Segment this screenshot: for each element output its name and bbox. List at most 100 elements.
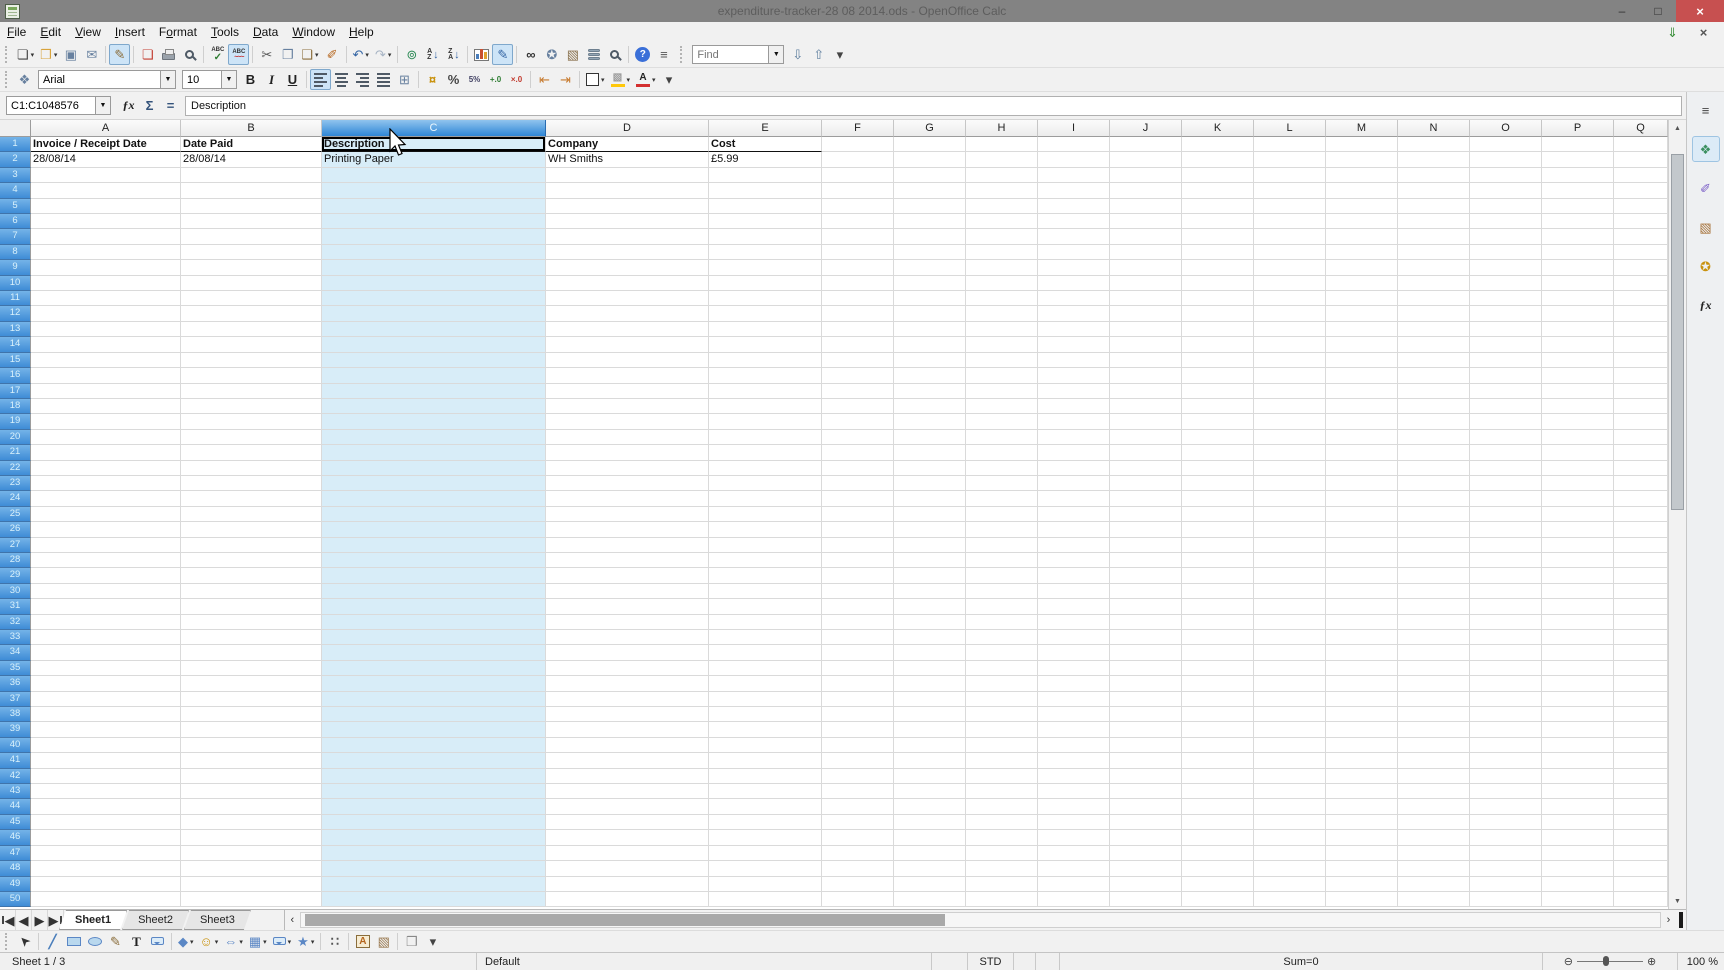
points-button[interactable]: ∷ (324, 931, 345, 952)
cell-F19[interactable] (822, 414, 894, 430)
cell-I12[interactable] (1038, 306, 1110, 322)
zoom-out-icon[interactable]: ⊖ (1564, 955, 1573, 968)
cell-C31[interactable] (322, 599, 546, 615)
cell-O36[interactable] (1470, 676, 1542, 692)
block-arrows-button[interactable]: ⇔ ▾ (221, 931, 246, 952)
symbol-shapes-button[interactable]: ☺ ▾ (197, 931, 222, 952)
toolbar-grip[interactable] (5, 46, 10, 63)
cell-D37[interactable] (546, 691, 709, 708)
dropdown-arrow-icon[interactable]: ▾ (652, 76, 656, 84)
cell-N9[interactable] (1398, 260, 1470, 276)
cell-F38[interactable] (822, 707, 894, 723)
help-button[interactable]: ? (632, 44, 653, 65)
cell-O40[interactable] (1470, 737, 1542, 754)
cell-B8[interactable] (181, 244, 322, 261)
row-header-15[interactable]: 15 (0, 352, 31, 369)
cell-P48[interactable] (1542, 861, 1614, 877)
cell-K9[interactable] (1182, 260, 1254, 276)
column-header-H[interactable]: H (966, 120, 1038, 137)
cell-F24[interactable] (822, 491, 894, 507)
cell-F45[interactable] (822, 814, 894, 831)
cell-K22[interactable] (1182, 460, 1254, 476)
dropdown-arrow-icon[interactable]: ▾ (54, 51, 58, 59)
cell-O23[interactable] (1470, 475, 1542, 492)
cell-C39[interactable] (322, 722, 546, 738)
cell-P3[interactable] (1542, 167, 1614, 184)
column-header-G[interactable]: G (894, 120, 966, 137)
cell-K18[interactable] (1182, 398, 1254, 415)
toolbar-overflow-button[interactable]: ▾ (829, 44, 850, 65)
cell-P4[interactable] (1542, 183, 1614, 199)
cell-P45[interactable] (1542, 814, 1614, 831)
cell-I45[interactable] (1038, 814, 1110, 831)
scroll-down-icon[interactable]: ▼ (1669, 893, 1686, 909)
cell-D31[interactable] (546, 599, 709, 615)
toolbar-grip[interactable] (5, 933, 10, 950)
cell-G46[interactable] (894, 830, 966, 846)
cell-L27[interactable] (1254, 537, 1326, 553)
row-header-49[interactable]: 49 (0, 876, 31, 892)
cell-M39[interactable] (1326, 722, 1398, 738)
cell-I11[interactable] (1038, 291, 1110, 307)
cell-E8[interactable] (709, 244, 822, 261)
cell-Q26[interactable] (1614, 522, 1668, 538)
cell-I48[interactable] (1038, 861, 1110, 877)
cell-D47[interactable] (546, 845, 709, 862)
cell-C32[interactable] (322, 614, 546, 630)
cell-O24[interactable] (1470, 491, 1542, 507)
cell-K21[interactable] (1182, 445, 1254, 461)
cell-J50[interactable] (1110, 891, 1182, 908)
cell-C13[interactable] (322, 321, 546, 338)
cell-E26[interactable] (709, 522, 822, 538)
cell-Q34[interactable] (1614, 645, 1668, 661)
cell-Q47[interactable] (1614, 845, 1668, 862)
cell-H16[interactable] (966, 368, 1038, 384)
cell-L14[interactable] (1254, 337, 1326, 353)
cell-N39[interactable] (1398, 722, 1470, 738)
cell-A32[interactable] (31, 614, 181, 630)
cell-C29[interactable] (322, 568, 546, 584)
cell-F7[interactable] (822, 229, 894, 245)
cell-Q49[interactable] (1614, 876, 1668, 892)
cell-J46[interactable] (1110, 830, 1182, 846)
cell-E31[interactable] (709, 599, 822, 615)
cell-E42[interactable] (709, 768, 822, 785)
cell-A3[interactable] (31, 167, 181, 184)
cell-M27[interactable] (1326, 537, 1398, 553)
cell-P29[interactable] (1542, 568, 1614, 584)
cell-L24[interactable] (1254, 491, 1326, 507)
cell-Q1[interactable] (1614, 137, 1668, 153)
cell-G44[interactable] (894, 799, 966, 815)
cell-I42[interactable] (1038, 768, 1110, 785)
cell-L41[interactable] (1254, 753, 1326, 769)
cell-D22[interactable] (546, 460, 709, 476)
cell-A6[interactable] (31, 214, 181, 230)
cell-J9[interactable] (1110, 260, 1182, 276)
column-header-J[interactable]: J (1110, 120, 1182, 137)
cell-E30[interactable] (709, 583, 822, 600)
cell-N4[interactable] (1398, 183, 1470, 199)
cell-Q44[interactable] (1614, 799, 1668, 815)
cell-B39[interactable] (181, 722, 322, 738)
cell-I2[interactable] (1038, 152, 1110, 168)
cell-D32[interactable] (546, 614, 709, 630)
cell-K20[interactable] (1182, 429, 1254, 446)
column-header-Q[interactable]: Q (1614, 120, 1668, 137)
cut-button[interactable]: ✂ (256, 44, 277, 65)
cell-Q17[interactable] (1614, 383, 1668, 399)
cell-M14[interactable] (1326, 337, 1398, 353)
sort-ascending-button[interactable]: AZ (422, 44, 443, 65)
cell-C5[interactable] (322, 198, 546, 215)
dropdown-arrow-icon[interactable]: ▾ (601, 76, 605, 84)
cell-M15[interactable] (1326, 352, 1398, 369)
cell-N15[interactable] (1398, 352, 1470, 369)
cell-N30[interactable] (1398, 583, 1470, 600)
cell-B34[interactable] (181, 645, 322, 661)
cell-J48[interactable] (1110, 861, 1182, 877)
cell-I36[interactable] (1038, 676, 1110, 692)
merge-cells-button[interactable]: ⊞ (394, 69, 415, 90)
cell-J29[interactable] (1110, 568, 1182, 584)
cell-C41[interactable] (322, 753, 546, 769)
export-pdf-button[interactable]: ❏ (137, 44, 158, 65)
cell-C18[interactable] (322, 398, 546, 415)
